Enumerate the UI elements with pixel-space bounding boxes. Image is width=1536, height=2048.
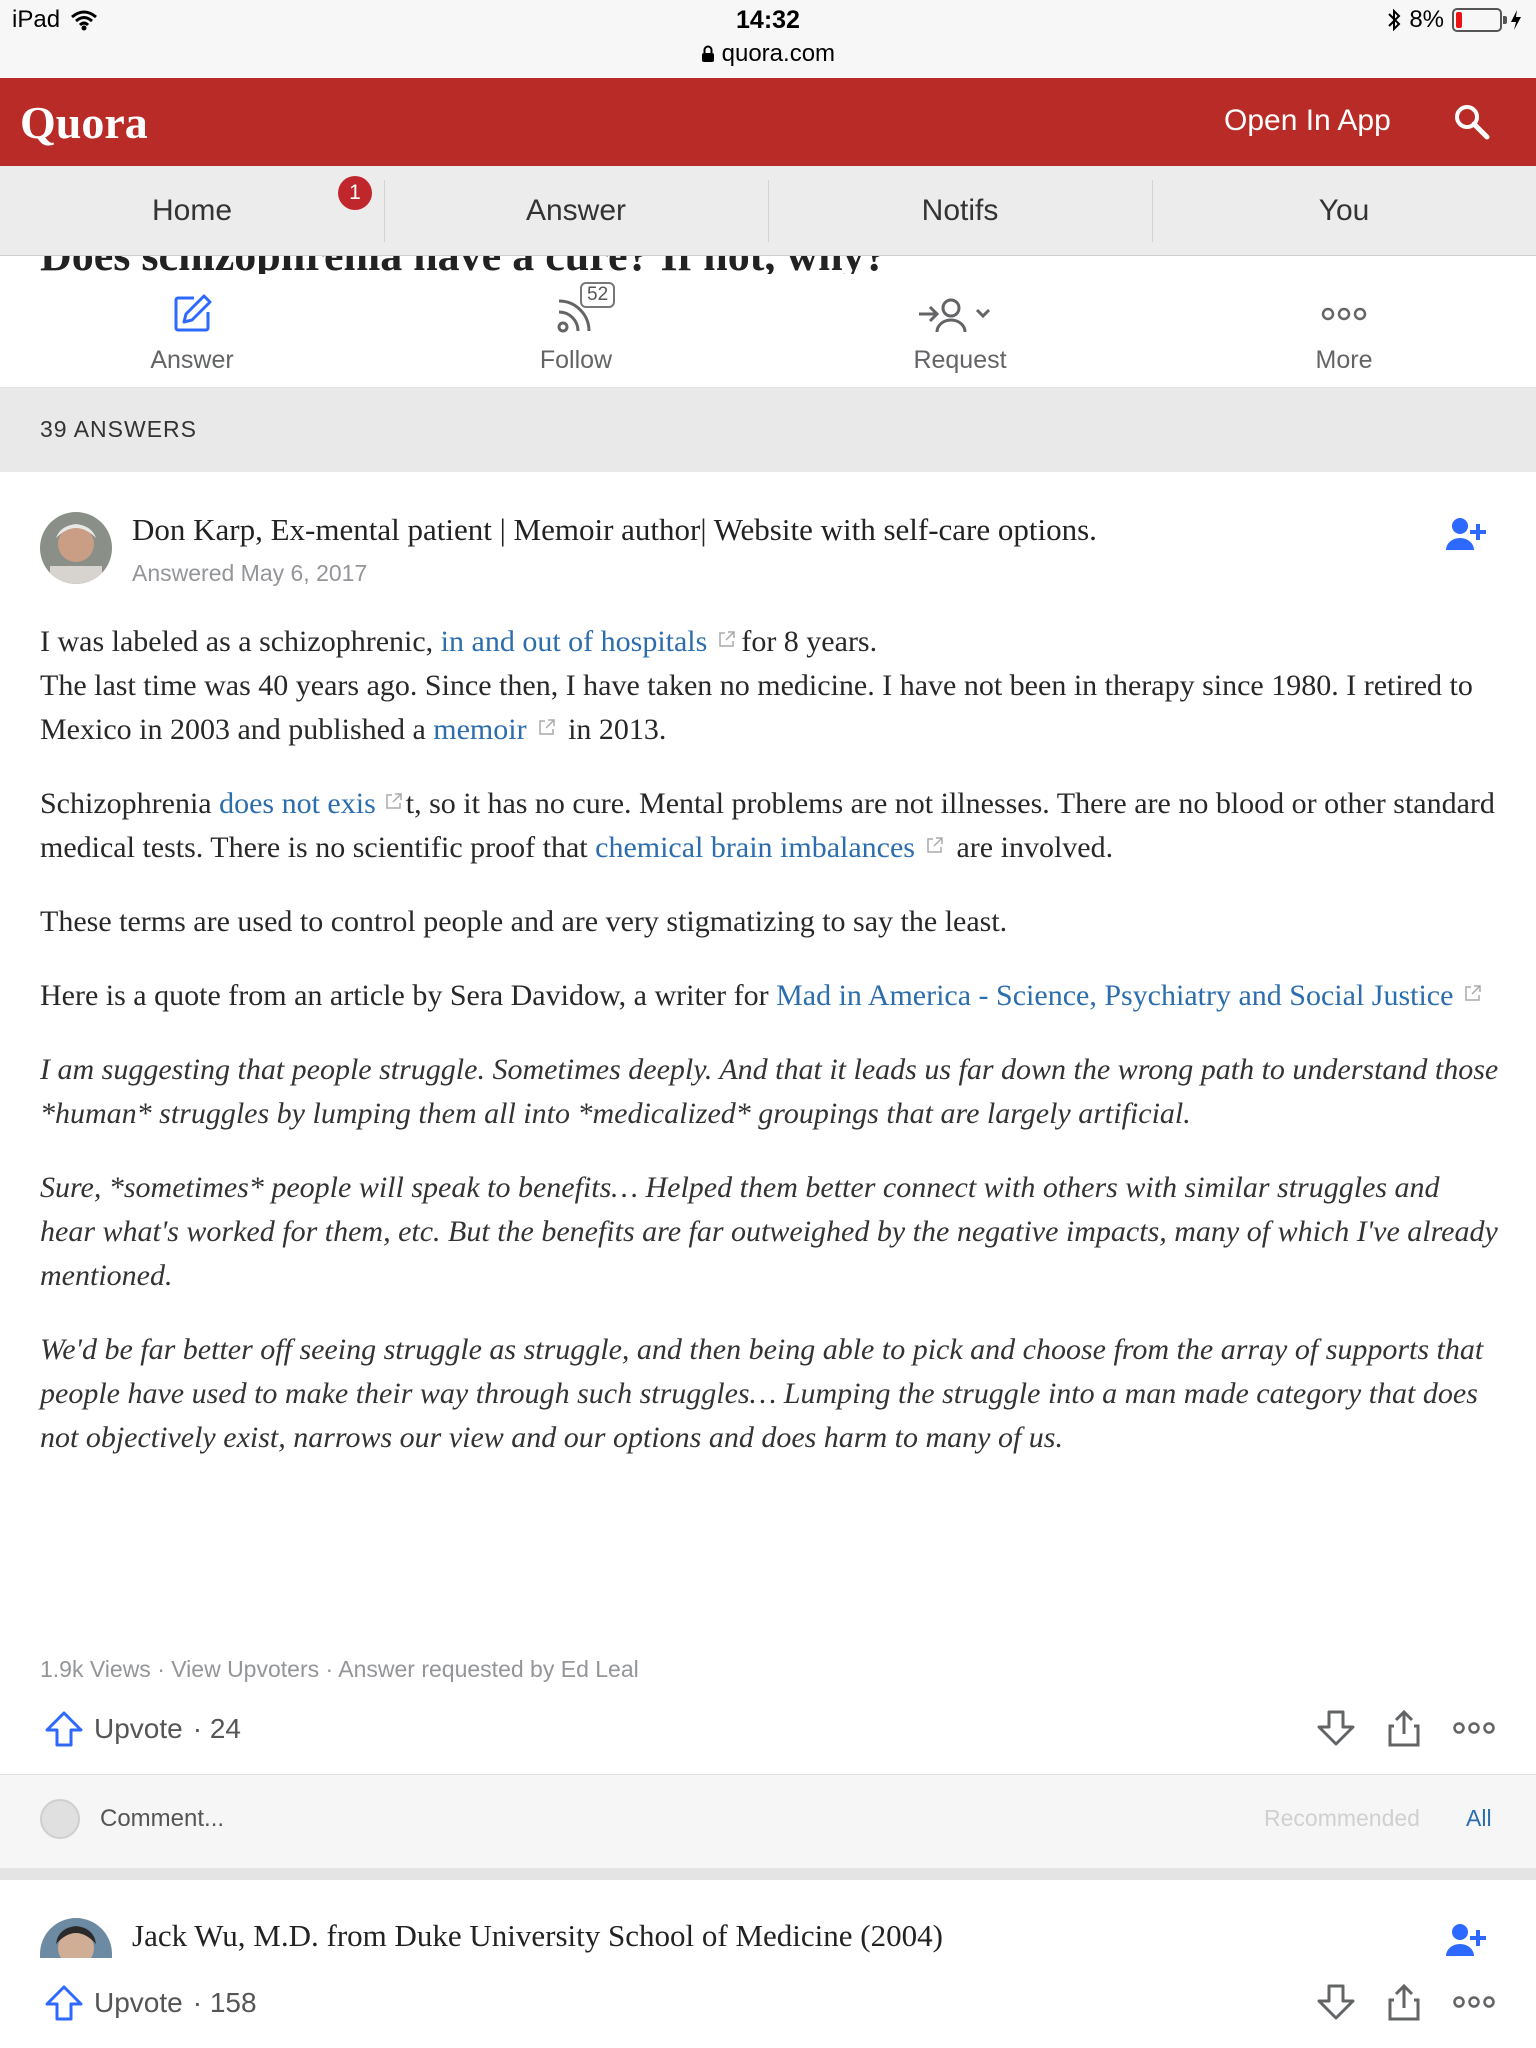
request-user-icon [919, 298, 991, 333]
request-action[interactable]: Request [768, 274, 1152, 387]
open-in-app-button[interactable]: Open In App [1224, 104, 1391, 138]
quote-paragraph: We'd be far better off seeing struggle a… [40, 1333, 1484, 1454]
text: Here is a quote from an article by Sera … [40, 979, 777, 1012]
link-hospitals[interactable]: in and out of hospitals [441, 625, 708, 658]
follow-action[interactable]: 52 Follow [384, 274, 768, 387]
charging-icon [1511, 10, 1521, 30]
app-header: Quora Open In App [0, 78, 1536, 166]
answer-meta[interactable]: 1.9k Views · View Upvoters · Answer requ… [40, 1656, 639, 1683]
downvote-arrow-icon[interactable] [1316, 1709, 1356, 1747]
comments-all-filter[interactable]: All [1466, 1805, 1492, 1832]
tab-notifs[interactable]: Notifs [768, 166, 1152, 256]
status-right: 8% [1387, 6, 1522, 34]
comment-input[interactable]: Comment... [100, 1805, 224, 1833]
answer-paragraph: I was labeled as a schizophrenic, in and… [40, 620, 1500, 752]
follow-action-label: Follow [539, 346, 613, 374]
author-credential[interactable]: Don Karp, Ex-mental patient | Memoir aut… [132, 512, 1097, 548]
more-action-label: More [1315, 346, 1373, 374]
answer-right-actions [1316, 1708, 1496, 1748]
answers-count: 39 ANSWERS [40, 416, 197, 442]
external-link-icon [1465, 985, 1482, 1001]
more-dots-icon[interactable] [1452, 1992, 1496, 2012]
answer-separator [0, 1868, 1536, 1880]
answer-action[interactable]: Answer [0, 274, 384, 387]
answer-paragraph: Schizophrenia does not exis t, so it has … [40, 782, 1500, 870]
upvote-button[interactable]: Upvote · 158 [44, 1984, 257, 2022]
external-link-icon [927, 837, 943, 853]
link-mad-in-america[interactable]: Mad in America - Science, Psychiatry and… [776, 979, 1453, 1012]
comment-bar: Comment... Recommended All [0, 1774, 1536, 1868]
tab-answer[interactable]: Answer [384, 166, 768, 256]
home-notification-badge: 1 [338, 176, 372, 210]
question-actions: Answer 52 Follow Request More [0, 274, 1536, 388]
more-dots-icon[interactable] [1452, 1718, 1496, 1738]
share-icon[interactable] [1386, 1982, 1422, 2022]
link-chemical-imbalances[interactable]: chemical brain imbalances [595, 831, 915, 864]
answer-right-actions [1316, 1982, 1496, 2022]
address-url: quora.com [721, 40, 836, 67]
user-avatar-icon [40, 1799, 80, 1839]
question-title-area: Does schizophrenia have a cure? If not, … [0, 256, 1536, 274]
upvote-label: Upvote [94, 1713, 183, 1744]
link-memoir[interactable]: memoir [433, 713, 526, 746]
quote-paragraph: Sure, *sometimes* people will speak to b… [40, 1171, 1498, 1292]
upvote-button[interactable]: Upvote · 24 [44, 1710, 241, 1748]
text: for 8 years. [741, 625, 878, 658]
upvote-count: · 24 [192, 1713, 241, 1744]
address-bar[interactable]: quora.com [0, 40, 1536, 68]
request-action-label: Request [913, 346, 1007, 374]
follow-user-icon[interactable] [1444, 514, 1488, 554]
follow-user-icon[interactable] [1444, 1920, 1488, 1960]
answer-vote-row: Upvote · 158 [0, 1974, 1536, 2034]
text: The last time was 40 years ago. Since th… [40, 669, 1473, 746]
pencil-icon [174, 294, 212, 332]
bluetooth-icon [1388, 8, 1401, 32]
text: Schizophrenia [40, 787, 220, 820]
answer-paragraph: Here is a quote from an article by Sera … [40, 974, 1500, 1018]
link-does-not-exist[interactable]: does not exis [219, 787, 376, 820]
more-action[interactable]: More [1152, 274, 1536, 387]
downvote-arrow-icon[interactable] [1316, 1983, 1356, 2021]
text: in 2013. [560, 713, 667, 746]
answers-count-bar: 39 ANSWERS [0, 388, 1536, 472]
quora-logo[interactable]: Quora [20, 96, 148, 149]
answer-vote-row: Upvote · 24 [0, 1700, 1536, 1760]
text: are involved. [948, 831, 1114, 864]
external-link-icon [719, 631, 736, 647]
answer-date[interactable]: Answered May 6, 2017 [132, 560, 367, 587]
answer-paragraph: These terms are used to control people a… [40, 905, 1008, 938]
text: I was labeled as a schizophrenic, [40, 625, 441, 658]
author-avatar[interactable] [40, 1918, 112, 1958]
tab-you[interactable]: You [1152, 166, 1536, 256]
battery-icon [1452, 8, 1507, 32]
search-icon[interactable] [1452, 102, 1492, 142]
upvote-arrow-icon [45, 1985, 83, 2021]
share-icon[interactable] [1386, 1708, 1422, 1748]
comments-recommended-filter[interactable]: Recommended [1264, 1805, 1420, 1832]
author-avatar[interactable] [40, 512, 112, 584]
question-title[interactable]: Does schizophrenia have a cure? If not, … [40, 256, 887, 274]
tab-home[interactable]: Home [0, 166, 384, 256]
upvote-arrow-icon [45, 1711, 83, 1747]
external-link-icon [386, 793, 402, 809]
answer-body: I was labeled as a schizophrenic, in and… [40, 620, 1500, 1490]
follow-count: 52 [580, 282, 616, 308]
lock-icon [701, 45, 714, 62]
status-bar: iPad 14:32 quora.com 8% [0, 0, 1536, 78]
more-dots-icon [1321, 307, 1367, 321]
quote-paragraph: I am suggesting that people struggle. So… [40, 1053, 1499, 1130]
external-link-icon [538, 719, 555, 735]
status-time: 14:32 [736, 6, 800, 34]
author-credential[interactable]: Jack Wu, M.D. from Duke University Schoo… [132, 1918, 943, 1954]
battery-percent: 8% [1409, 6, 1444, 33]
upvote-count: · 158 [192, 1987, 257, 2018]
nav-tabs: Home Answer Notifs You [0, 166, 1536, 256]
answer-action-label: Answer [150, 346, 234, 374]
upvote-label: Upvote [94, 1987, 183, 2018]
